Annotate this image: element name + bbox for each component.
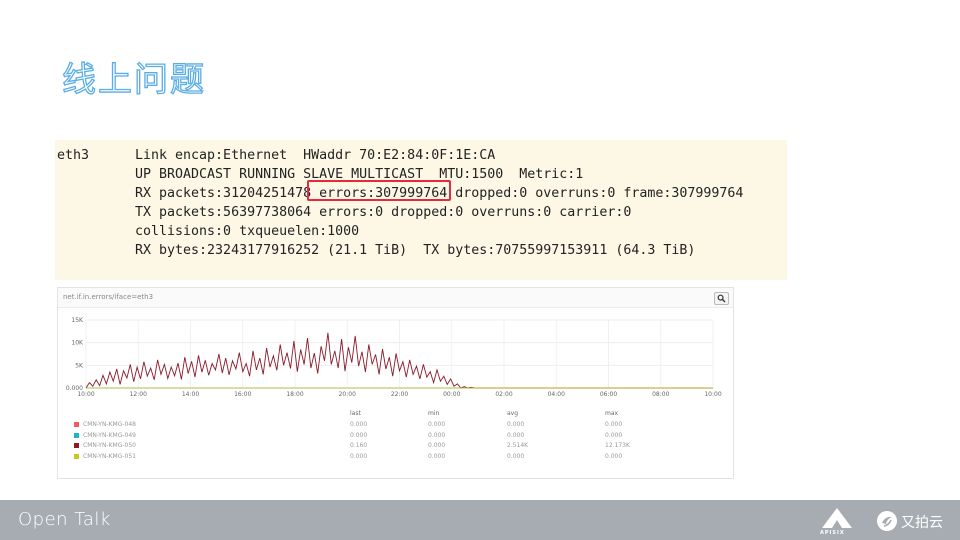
x-tick-label: 12:00 — [130, 391, 147, 398]
legend-value-avg: 0.000 — [507, 421, 525, 428]
legend-value-last: 0.000 — [350, 452, 368, 460]
legend-series-name: CMN-YN-KMG-050 — [83, 442, 137, 449]
zoom-button[interactable] — [714, 292, 729, 305]
x-tick-label: 10:00 — [77, 391, 94, 398]
legend-swatch — [74, 443, 79, 448]
legend-value-avg: 2.514K — [507, 442, 529, 449]
x-tick-label: 16:00 — [234, 391, 251, 398]
legend-row[interactable]: CMN-YN-KMG-051 0.000 0.000 0.000 0.000 — [58, 452, 733, 462]
terminal-line: RX bytes:23243177916252 (21.1 TiB) TX by… — [135, 243, 696, 258]
legend-value-last: 0.160 — [350, 442, 368, 449]
legend-swatch — [74, 453, 79, 459]
legend-value-max: 0.000 — [605, 431, 623, 439]
legend-swatch — [74, 432, 79, 438]
legend-value-min: 0.000 — [428, 431, 446, 439]
y-tick-label: 10K — [71, 340, 84, 347]
x-tick-label: 14:00 — [182, 391, 199, 398]
legend-header-min: min — [428, 410, 440, 417]
x-tick-label: 00:00 — [443, 391, 460, 398]
legend-value-min: 0.000 — [428, 421, 446, 428]
graph-title: net.if.in.errors/iface=eth3 — [63, 293, 154, 301]
graph-header: net.if.in.errors/iface=eth3 — [58, 288, 733, 308]
terminal-line: TX packets:56397738064 errors:0 dropped:… — [135, 205, 632, 220]
magnifier-icon — [717, 294, 726, 303]
x-tick-label: 06:00 — [600, 391, 617, 398]
y-tick-label: 5K — [75, 362, 84, 369]
terminal-output: eth3 Link encap:Ethernet HWaddr 70:E2:84… — [55, 140, 787, 280]
legend-row[interactable]: CMN-YN-KMG-049 0.000 0.000 0.000 0.000 — [58, 431, 733, 441]
x-tick-label: 20:00 — [339, 391, 356, 398]
open-talk-brand: Open Talk — [18, 509, 111, 530]
legend-header-last: last — [350, 410, 361, 417]
legend-header-max: max — [605, 410, 619, 417]
legend-value-max: 0.000 — [605, 421, 623, 428]
x-tick-label: 22:00 — [391, 391, 408, 398]
legend-swatch — [74, 422, 79, 427]
legend-series-name: CMN-YN-KMG-051 — [83, 452, 137, 460]
legend-value-max: 0.000 — [605, 452, 623, 460]
x-tick-label: 08:00 — [652, 391, 669, 398]
upyun-logo-icon — [877, 511, 897, 531]
terminal-line: collisions:0 txqueuelen:1000 — [135, 224, 360, 239]
legend-value-max: 12.173K — [605, 442, 630, 449]
legend-value-last: 0.000 — [350, 431, 368, 439]
apisix-label: APISIX — [820, 530, 845, 536]
legend-row[interactable]: CMN-YN-KMG-050 0.160 0.000 2.514K 12.173K — [58, 441, 733, 451]
legend-value-min: 0.000 — [428, 442, 446, 449]
x-tick-label: 18:00 — [286, 391, 303, 398]
upyun-label: 又拍云 — [901, 515, 943, 531]
graph-panel: net.if.in.errors/iface=eth3 15K 10K 5K 0.00… — [57, 287, 734, 479]
x-tick-label: 04:00 — [548, 391, 565, 398]
legend-series-name: CMN-YN-KMG-048 — [83, 421, 137, 428]
iface-name: eth3 — [57, 148, 90, 163]
legend-row[interactable]: CMN-YN-KMG-048 0.000 0.000 0.000 0.000 — [58, 420, 733, 430]
slide-title: 线上问题 — [61, 59, 206, 100]
x-tick-label: 10:00 — [704, 391, 721, 398]
legend-header-avg: avg — [507, 410, 519, 417]
legend-value-last: 0.000 — [350, 421, 368, 428]
legend-series-name: CMN-YN-KMG-049 — [83, 431, 137, 439]
legend-value-min: 0.000 — [428, 452, 446, 460]
y-tick-label: 15K — [71, 317, 84, 324]
x-tick-label: 02:00 — [495, 391, 512, 398]
errors-highlight-box — [307, 180, 451, 201]
legend-value-avg: 0.000 — [507, 431, 525, 439]
legend-value-avg: 0.000 — [507, 452, 525, 460]
errors-line-chart: 15K10K5K0.00010:00 12:00 14:00 16:00 18:00 20… — [66, 317, 722, 398]
terminal-line: Link encap:Ethernet HWaddr 70:E2:84:0F:1… — [135, 148, 496, 163]
footer-bar: Open Talk — [0, 500, 960, 540]
